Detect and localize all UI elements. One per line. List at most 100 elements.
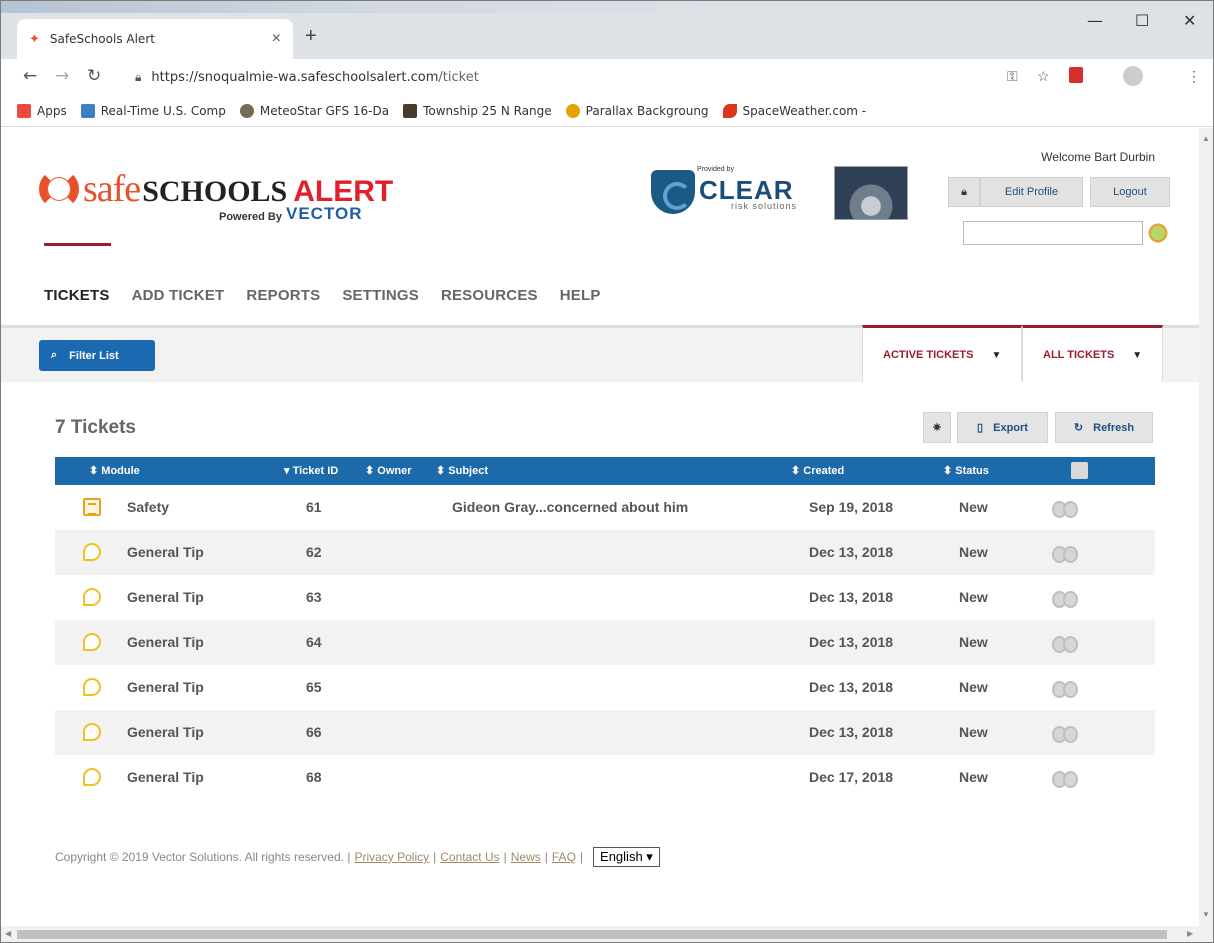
- table-row[interactable]: General Tip 68 Dec 17, 2018 New: [55, 755, 1155, 800]
- provided-by: Provided by: [697, 166, 734, 173]
- table-row[interactable]: General Tip 65 Dec 13, 2018 New: [55, 665, 1155, 710]
- active-tickets-dropdown[interactable]: ACTIVE TICKETS ▼: [862, 325, 1022, 382]
- privacy-policy-link[interactable]: Privacy Policy: [354, 850, 429, 864]
- edit-profile-button[interactable]: Edit Profile: [980, 177, 1083, 207]
- column-ticket-id[interactable]: ▾ Ticket ID: [284, 464, 338, 477]
- export-label: Export: [993, 421, 1028, 434]
- language-select[interactable]: English ▾: [593, 847, 660, 867]
- bookmark-apps[interactable]: Apps: [17, 103, 67, 118]
- binoculars-icon[interactable]: [1052, 588, 1078, 608]
- table-row[interactable]: Safety 61 Gideon Gray...concerned about …: [55, 485, 1155, 530]
- binoculars-icon[interactable]: [1052, 633, 1078, 653]
- close-window-icon[interactable]: ✕: [1183, 11, 1196, 30]
- column-chooser-icon[interactable]: [1071, 462, 1088, 479]
- binoculars-icon[interactable]: [1052, 678, 1078, 698]
- horizontal-scroll-thumb[interactable]: [17, 930, 1167, 939]
- export-button[interactable]: ▯ Export: [957, 412, 1048, 443]
- active-tickets-label: ACTIVE TICKETS: [883, 349, 974, 361]
- bookmark-label: SpaceWeather.com -: [742, 103, 867, 118]
- binoculars-icon[interactable]: [1052, 543, 1078, 563]
- nav-resources[interactable]: RESOURCES: [441, 287, 538, 304]
- column-label: Owner: [377, 465, 412, 477]
- bookmark-realtime[interactable]: Real-Time U.S. Comp: [80, 103, 226, 118]
- column-module[interactable]: ⬍ Module: [89, 464, 140, 477]
- scroll-right-icon[interactable]: ▶: [1187, 929, 1193, 938]
- bookmark-spaceweather[interactable]: SpaceWeather.com -: [722, 103, 867, 118]
- contact-us-link[interactable]: Contact Us: [440, 850, 499, 864]
- nav-reports[interactable]: REPORTS: [246, 287, 320, 304]
- ticket-count: 7 Tickets: [55, 417, 136, 438]
- nav-settings[interactable]: SETTINGS: [342, 287, 419, 304]
- nav-add-ticket[interactable]: ADD TICKET: [132, 287, 225, 304]
- logo-schools: SCHOOLS: [142, 175, 288, 208]
- scroll-left-icon[interactable]: ◀: [5, 929, 11, 938]
- cell-module: General Tip: [127, 724, 204, 740]
- bookmark-township[interactable]: Township 25 N Range: [403, 103, 552, 118]
- bookmark-label: Township 25 N Range: [423, 103, 552, 118]
- logout-button[interactable]: Logout: [1090, 177, 1170, 207]
- nav-active-indicator: [44, 243, 111, 246]
- column-status[interactable]: ⬍ Status: [943, 464, 989, 477]
- filter-list-button[interactable]: ⌕ Filter List: [39, 340, 155, 371]
- horizontal-scrollbar[interactable]: ◀ ▶: [1, 926, 1213, 942]
- all-tickets-dropdown[interactable]: ALL TICKETS ▼: [1022, 325, 1163, 382]
- bookmark-meteostar[interactable]: MeteoStar GFS 16-Da: [239, 103, 390, 118]
- star-icon[interactable]: ☆: [1037, 68, 1050, 85]
- minimize-icon[interactable]: —: [1087, 11, 1103, 30]
- reload-icon[interactable]: ↻: [87, 66, 101, 86]
- tab-close-icon[interactable]: ×: [272, 30, 281, 48]
- binoculars-icon[interactable]: [1052, 768, 1078, 788]
- table-row[interactable]: General Tip 62 Dec 13, 2018 New: [55, 530, 1155, 575]
- key-icon[interactable]: ⚿: [1007, 68, 1018, 85]
- extension-icon[interactable]: [1069, 67, 1083, 83]
- maximize-icon[interactable]: ☐: [1135, 11, 1149, 30]
- profile-icon[interactable]: [1123, 66, 1143, 86]
- cell-ticket-id: 61: [306, 499, 322, 515]
- settings-button[interactable]: ✷: [923, 412, 951, 443]
- cell-status: New: [959, 724, 988, 740]
- search-go-icon[interactable]: [1147, 222, 1169, 244]
- clear-shield-icon: [651, 170, 695, 214]
- browser-tab[interactable]: ✦ SafeSchools Alert ×: [17, 19, 293, 59]
- cell-created: Dec 13, 2018: [809, 589, 894, 605]
- nav-tickets[interactable]: TICKETS: [44, 287, 110, 304]
- all-tickets-label: ALL TICKETS: [1043, 349, 1115, 361]
- table-row[interactable]: General Tip 63 Dec 13, 2018 New: [55, 575, 1155, 620]
- district-logo-image: [834, 166, 908, 220]
- faq-link[interactable]: FAQ: [552, 850, 576, 864]
- refresh-button[interactable]: ↻ Refresh: [1055, 412, 1153, 443]
- speech-bubble-icon: [83, 588, 101, 606]
- bookmark-label: MeteoStar GFS 16-Da: [259, 103, 390, 118]
- safety-icon: [83, 498, 101, 516]
- menu-icon[interactable]: ⋮: [1187, 68, 1201, 85]
- lock-button[interactable]: 🔒︎: [948, 177, 980, 207]
- cell-module: Safety: [127, 499, 170, 515]
- binoculars-icon[interactable]: [1052, 723, 1078, 743]
- column-subject[interactable]: ⬍ Subject: [436, 464, 488, 477]
- bookmark-parallax[interactable]: Parallax Backgroung: [565, 103, 709, 118]
- forward-icon[interactable]: →: [55, 66, 69, 86]
- bookmark-label: Parallax Backgroung: [585, 103, 709, 118]
- back-icon[interactable]: ←: [23, 66, 37, 86]
- lifebuoy-icon: [39, 169, 79, 209]
- column-created[interactable]: ⬍ Created: [791, 464, 844, 477]
- address-bar[interactable]: 🔒︎ https://snoqualmie-wa.safeschoolsaler…: [135, 64, 1065, 90]
- new-tab-icon[interactable]: +: [305, 25, 317, 48]
- nav-help[interactable]: HELP: [560, 287, 601, 304]
- cell-status: New: [959, 499, 988, 515]
- search-input[interactable]: [963, 221, 1143, 245]
- cell-ticket-id: 62: [306, 544, 322, 560]
- column-label: Subject: [448, 465, 489, 477]
- speech-bubble-icon: [83, 678, 101, 696]
- tab-strip: ✦ SafeSchools Alert × + — ☐ ✕: [1, 1, 1213, 59]
- document-icon: ▯: [977, 422, 984, 434]
- table-row[interactable]: General Tip 66 Dec 13, 2018 New: [55, 710, 1155, 755]
- scroll-up-icon[interactable]: ▲: [1202, 134, 1210, 143]
- column-owner[interactable]: ⬍ Owner: [365, 464, 412, 477]
- news-link[interactable]: News: [511, 850, 541, 864]
- table-row[interactable]: General Tip 64 Dec 13, 2018 New: [55, 620, 1155, 665]
- vertical-scrollbar[interactable]: ▲ ▼: [1199, 128, 1213, 926]
- binoculars-icon[interactable]: [1052, 498, 1078, 518]
- bookmarks-bar: Apps Real-Time U.S. Comp MeteoStar GFS 1…: [1, 95, 1213, 127]
- scroll-down-icon[interactable]: ▼: [1202, 910, 1210, 919]
